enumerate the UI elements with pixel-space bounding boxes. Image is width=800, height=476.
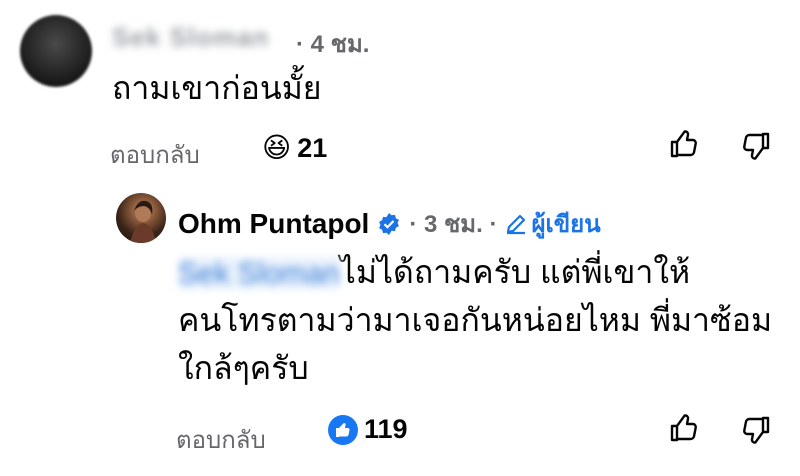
commenter-avatar[interactable] xyxy=(20,15,92,87)
comment-text: ถามเขาก่อนมั้ย xyxy=(112,70,322,106)
thumbs-down-icon[interactable] xyxy=(740,414,772,446)
author-avatar[interactable] xyxy=(116,193,166,243)
like-reaction-icon xyxy=(328,414,358,445)
reply-header: Ohm Puntapol · 3 ชม. · ผู้เขียน xyxy=(178,204,601,243)
reply-text-span: ไม่ได้ถามครับ แต่พี่เขาให้ xyxy=(339,254,691,290)
pencil-icon xyxy=(505,213,527,235)
thumbs-up-icon[interactable] xyxy=(668,412,700,444)
mention-tag[interactable]: Sek Sloman xyxy=(178,257,340,290)
author-name[interactable]: Ohm Puntapol xyxy=(178,208,369,240)
reaction-count: 119 xyxy=(364,414,408,444)
reply-button[interactable]: ตอบกลับ xyxy=(110,135,200,174)
reply-text-line-1: Sek Slomanไม่ได้ถามครับ แต่พี่เขาให้ xyxy=(178,248,690,298)
reply-timestamp[interactable]: · 3 ชม. · xyxy=(409,204,497,243)
author-tag: ผู้เขียน xyxy=(531,211,601,238)
comment-timestamp[interactable]: · 4 ชม. xyxy=(296,24,369,63)
commenter-name[interactable]: Sek Sloman xyxy=(112,22,269,53)
verified-badge-icon xyxy=(377,212,401,236)
reply-button[interactable]: ตอบกลับ xyxy=(176,420,266,459)
reply-text-line-3: ใกล้ๆครับ xyxy=(178,350,309,386)
thumbs-down-icon[interactable] xyxy=(740,130,772,162)
thumbs-up-icon[interactable] xyxy=(668,128,700,160)
laugh-reaction-icon: 😆 xyxy=(262,132,292,163)
reaction-summary[interactable]: 119 xyxy=(328,414,408,445)
reaction-summary[interactable]: 😆 21 xyxy=(262,131,327,165)
reaction-count: 21 xyxy=(297,132,328,163)
reply-text-line-2: คนโทรตามว่ามาเจอกันหน่อยไหม พี่มาซ้อม xyxy=(178,302,773,338)
